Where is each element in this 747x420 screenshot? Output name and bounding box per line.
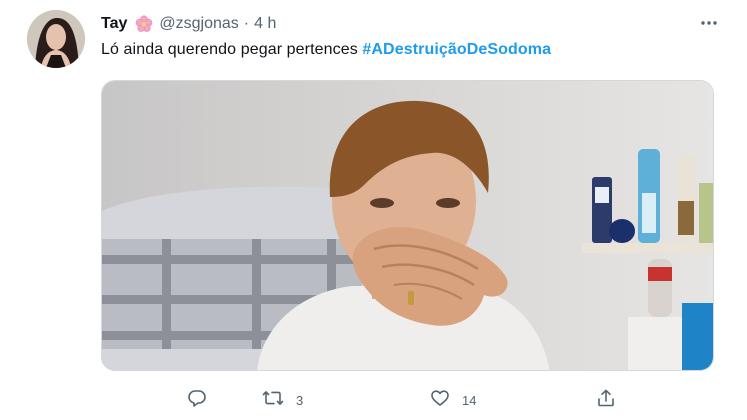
like-count: 14 bbox=[462, 392, 477, 408]
avatar[interactable] bbox=[27, 10, 85, 68]
reply-button[interactable] bbox=[187, 386, 219, 414]
tweet-text: Ló ainda querendo pegar pertences #ADest… bbox=[101, 41, 551, 59]
action-bar: 3 14 bbox=[0, 386, 747, 414]
display-name[interactable]: Tay bbox=[101, 15, 127, 33]
user-handle[interactable]: @zsgjonas bbox=[159, 15, 238, 33]
like-button[interactable]: 14 bbox=[430, 386, 476, 414]
retweet-button[interactable]: 3 bbox=[262, 386, 303, 414]
cherry-blossom-icon bbox=[135, 15, 153, 33]
retweet-count: 3 bbox=[296, 392, 304, 408]
timestamp[interactable]: 4 h bbox=[254, 15, 276, 33]
more-options-icon[interactable] bbox=[696, 10, 722, 36]
tweet-body: Ló ainda querendo pegar pertences bbox=[101, 41, 363, 58]
share-button[interactable] bbox=[596, 386, 616, 414]
reply-icon bbox=[187, 388, 207, 413]
tweet[interactable]: Tay @zsgjonas · 4 h Ló ainda querendo pe… bbox=[0, 0, 747, 420]
retweet-icon bbox=[262, 388, 284, 413]
heart-icon bbox=[430, 388, 450, 413]
tweet-header: Tay @zsgjonas · 4 h bbox=[101, 13, 276, 35]
share-icon bbox=[596, 388, 616, 413]
hashtag-link[interactable]: #ADestruiçãoDeSodoma bbox=[362, 41, 551, 58]
separator-dot: · bbox=[243, 15, 250, 32]
tweet-media-image[interactable] bbox=[101, 80, 714, 371]
